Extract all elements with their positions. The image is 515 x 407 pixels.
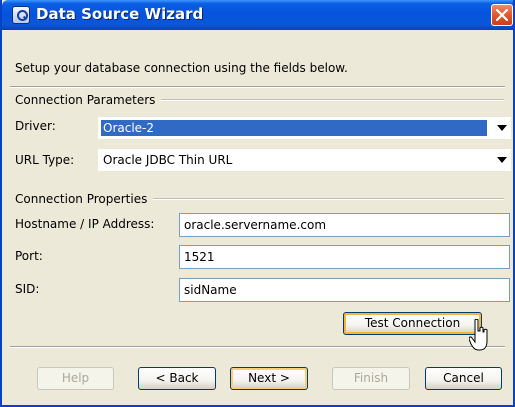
- hostname-field[interactable]: oracle.servername.com: [179, 213, 510, 237]
- driver-label: Driver:: [15, 119, 56, 133]
- hostname-value: oracle.servername.com: [184, 218, 327, 232]
- connection-parameters-heading: Connection Parameters: [15, 93, 156, 107]
- hostname-label: Hostname / IP Address:: [15, 217, 155, 231]
- connection-properties-heading: Connection Properties: [15, 192, 148, 206]
- data-source-wizard-dialog: Data Source Wizard Setup your database c…: [0, 0, 515, 407]
- url-type-label: URL Type:: [15, 153, 75, 167]
- port-label: Port:: [15, 249, 43, 263]
- port-field[interactable]: 1521: [179, 245, 510, 269]
- chevron-down-icon[interactable]: [497, 125, 507, 131]
- sid-value: sidName: [184, 283, 237, 297]
- title-bar[interactable]: Data Source Wizard: [2, 0, 513, 30]
- database-wizard-icon: [12, 6, 30, 24]
- cancel-button[interactable]: Cancel: [425, 367, 502, 390]
- separator: [10, 346, 505, 348]
- chevron-down-icon[interactable]: [497, 157, 507, 163]
- finish-button[interactable]: Finish: [332, 367, 410, 390]
- sid-label: SID:: [15, 282, 40, 296]
- group-divider: [161, 99, 504, 101]
- connection-properties-group: Connection Properties: [15, 192, 504, 206]
- group-divider: [153, 198, 504, 200]
- driver-dropdown[interactable]: Oracle-2: [98, 117, 511, 139]
- sid-field[interactable]: sidName: [179, 278, 510, 302]
- window-title: Data Source Wizard: [36, 5, 204, 23]
- next-button[interactable]: Next >: [230, 367, 308, 390]
- url-type-selected-value: Oracle JDBC Thin URL: [103, 153, 233, 167]
- dialog-content: Setup your database connection using the…: [2, 30, 513, 405]
- close-icon: [496, 9, 508, 21]
- url-type-dropdown[interactable]: Oracle JDBC Thin URL: [98, 149, 511, 171]
- close-button[interactable]: [491, 4, 513, 26]
- separator: [10, 86, 505, 88]
- instructions-text: Setup your database connection using the…: [15, 61, 348, 75]
- test-connection-button[interactable]: Test Connection: [343, 312, 482, 335]
- port-value: 1521: [184, 250, 215, 264]
- back-button[interactable]: < Back: [138, 367, 216, 390]
- mouse-pointer-icon: [469, 319, 488, 351]
- driver-selected-value: Oracle-2: [101, 120, 487, 136]
- help-button[interactable]: Help: [37, 367, 114, 390]
- connection-parameters-group: Connection Parameters: [15, 93, 504, 107]
